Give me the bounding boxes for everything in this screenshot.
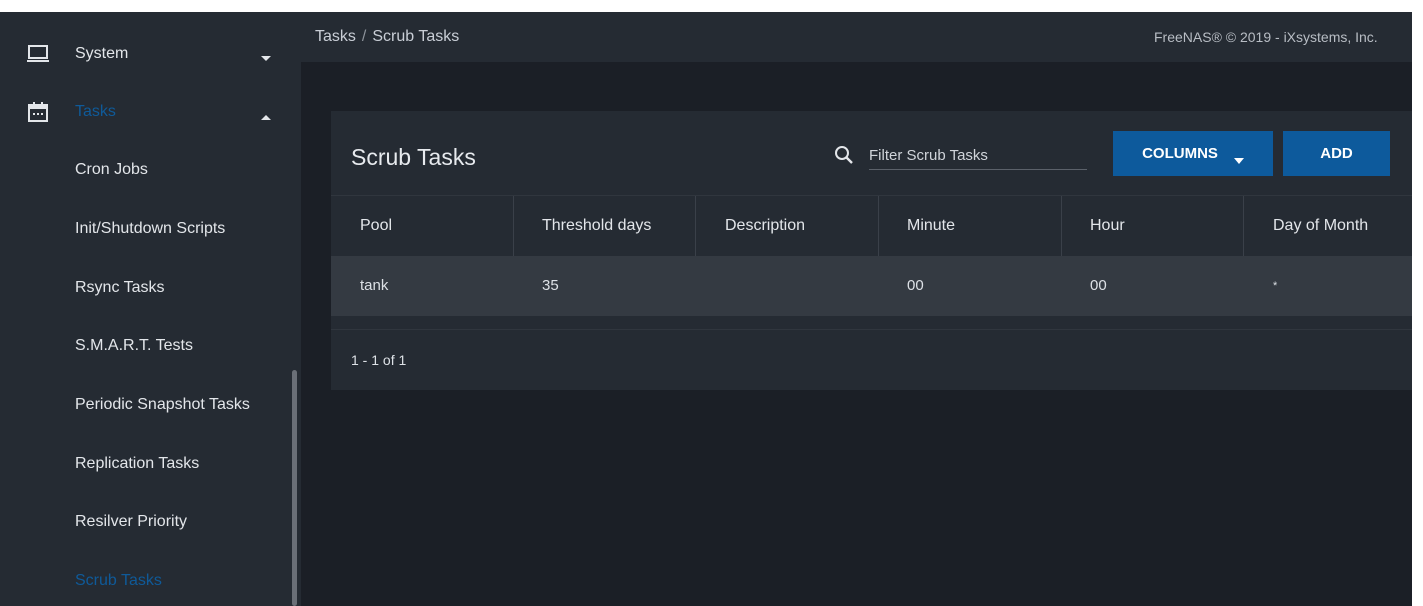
paginator-range: 1 - 1 of 1	[351, 352, 407, 368]
scrub-tasks-card: Scrub Tasks COLUMNS ADD Pool Threshold d…	[331, 111, 1412, 390]
sidebar-item-scrub-tasks[interactable]: Scrub Tasks	[0, 552, 288, 606]
column-divider	[513, 196, 514, 256]
sidebar-item-label: Resilver Priority	[75, 513, 188, 530]
top-strip	[0, 0, 1423, 12]
cell-threshold-days: 35	[542, 277, 559, 294]
column-header-day-of-month[interactable]: Day of Month	[1273, 196, 1368, 256]
sidebar-scrollbar[interactable]	[292, 370, 297, 606]
sidebar-item-smart-tests[interactable]: S.M.A.R.T. Tests	[0, 317, 288, 375]
column-divider	[1061, 196, 1062, 256]
sidebar-item-resilver-priority[interactable]: Resilver Priority	[0, 493, 288, 551]
breadcrumb: Tasks / Scrub Tasks	[315, 12, 459, 62]
column-divider	[695, 196, 696, 256]
sidebar-item-label: Init/Shutdown Scripts	[75, 220, 226, 237]
chevron-down-icon	[260, 50, 272, 61]
cell-pool: tank	[360, 277, 389, 294]
cell-minute: 00	[907, 277, 924, 294]
columns-button-label: COLUMNS	[1142, 145, 1218, 162]
right-strip	[1412, 12, 1423, 606]
app-window: System Tasks Cron Jobs Init/Shutdown Scr…	[0, 0, 1423, 606]
chevron-up-icon	[260, 108, 272, 120]
column-divider	[878, 196, 879, 256]
laptop-icon	[26, 42, 50, 66]
breadcrumb-separator: /	[361, 28, 367, 45]
columns-button[interactable]: COLUMNS	[1113, 131, 1273, 176]
add-button[interactable]: ADD	[1283, 131, 1390, 176]
sidebar-item-label: System	[75, 45, 129, 62]
chevron-down-icon	[1233, 151, 1244, 164]
breadcrumb-current: Scrub Tasks	[372, 28, 460, 45]
breadcrumb-tasks-link[interactable]: Tasks	[315, 28, 356, 45]
sidebar-item-label: Tasks	[75, 103, 116, 120]
search-icon	[833, 144, 855, 166]
table-header: Pool Threshold days Description Minute H…	[331, 196, 1412, 256]
column-divider	[1243, 196, 1244, 256]
sidebar: System Tasks Cron Jobs Init/Shutdown Scr…	[0, 12, 301, 606]
topbar: Tasks / Scrub Tasks FreeNAS® © 2019 - iXsy…	[301, 12, 1412, 62]
sidebar-item-label: Rsync Tasks	[75, 279, 165, 296]
sidebar-item-cron-jobs[interactable]: Cron Jobs	[0, 141, 288, 199]
sidebar-item-replication-tasks[interactable]: Replication Tasks	[0, 435, 288, 493]
sidebar-item-rsync-tasks[interactable]: Rsync Tasks	[0, 259, 288, 317]
copyright-text: FreeNAS® © 2019 - iXsystems, Inc.	[1154, 29, 1378, 45]
column-header-description[interactable]: Description	[725, 196, 805, 256]
cell-hour: 00	[1090, 277, 1107, 294]
column-header-minute[interactable]: Minute	[907, 196, 955, 256]
filter-scrub-tasks-input[interactable]	[869, 141, 1087, 170]
sidebar-item-system[interactable]: System	[0, 25, 301, 83]
footer-divider	[331, 329, 1412, 330]
sidebar-item-label: Scrub Tasks	[75, 572, 162, 589]
sidebar-item-label: S.M.A.R.T. Tests	[75, 337, 193, 354]
sidebar-item-label: Cron Jobs	[75, 161, 148, 178]
sidebar-item-tasks[interactable]: Tasks	[0, 83, 301, 141]
table-row[interactable]: tank 35 00 00 *	[331, 256, 1412, 316]
column-header-hour[interactable]: Hour	[1090, 196, 1125, 256]
sidebar-item-label: Periodic Snapshot Tasks	[75, 396, 250, 413]
sidebar-item-periodic-snapshot-tasks[interactable]: Periodic Snapshot Tasks	[0, 376, 288, 434]
calendar-icon	[26, 100, 50, 124]
sidebar-item-init-shutdown-scripts[interactable]: Init/Shutdown Scripts	[0, 200, 288, 258]
column-header-threshold-days[interactable]: Threshold days	[542, 196, 651, 256]
column-header-pool[interactable]: Pool	[360, 196, 392, 256]
card-title: Scrub Tasks	[351, 144, 476, 170]
cell-day-of-month: *	[1273, 280, 1278, 292]
sidebar-item-label: Replication Tasks	[75, 455, 200, 472]
